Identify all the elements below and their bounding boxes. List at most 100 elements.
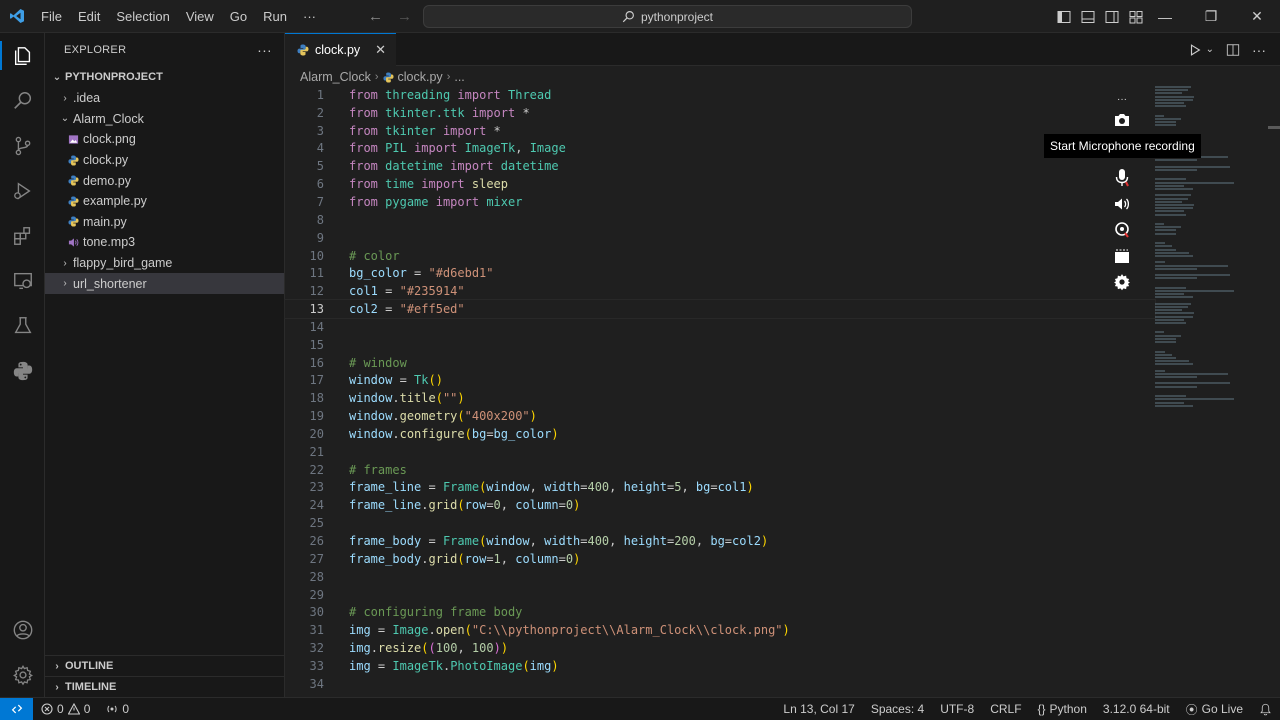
tree-item-alarm-clock[interactable]: ⌄ Alarm_Clock: [45, 109, 284, 130]
python-icon[interactable]: [0, 348, 45, 393]
tree-item-url-shortener[interactable]: › url_shortener: [45, 273, 284, 294]
code-line[interactable]: 34: [285, 675, 1155, 693]
indentation[interactable]: Spaces: 4: [863, 698, 932, 720]
code-line[interactable]: 27 frame_body.grid(row=1, column=0): [285, 550, 1155, 568]
code-editor[interactable]: 1 from threading import Thread 2 from tkint…: [284, 86, 1156, 693]
menu-more[interactable]: ···: [295, 0, 324, 33]
close-window-button[interactable]: ✕: [1234, 0, 1280, 33]
back-arrow-icon[interactable]: ←: [368, 8, 383, 25]
end-of-line[interactable]: CRLF: [982, 698, 1029, 720]
toggle-secondary-sidebar-icon[interactable]: [1104, 9, 1120, 25]
accounts-icon[interactable]: [0, 607, 45, 652]
code-line[interactable]: 16 # window: [285, 354, 1155, 372]
forward-arrow-icon[interactable]: →: [397, 8, 412, 25]
scrollbar-thumb[interactable]: [1268, 126, 1280, 129]
menu-selection[interactable]: Selection: [108, 0, 177, 33]
menu-edit[interactable]: Edit: [70, 0, 108, 33]
go-live-button[interactable]: ⦿ Go Live: [1178, 698, 1251, 720]
split-editor-icon[interactable]: [1226, 43, 1240, 57]
run-dropdown-chevron-icon[interactable]: ⌄: [1206, 44, 1214, 55]
code-line[interactable]: 1 from threading import Thread: [285, 86, 1155, 104]
code-line[interactable]: 30 # configuring frame body: [285, 603, 1155, 621]
code-line[interactable]: 17 window = Tk(): [285, 372, 1155, 390]
code-line[interactable]: 26 frame_body = Frame(window, width=400, …: [285, 532, 1155, 550]
testing-icon[interactable]: [0, 303, 45, 348]
timeline-section[interactable]: › TIMELINE: [45, 676, 285, 697]
code-line[interactable]: 6 from time import sleep: [285, 175, 1155, 193]
tree-item-example-py[interactable]: example.py: [45, 191, 284, 212]
speaker-icon[interactable]: [1110, 192, 1134, 216]
breadcrumb-file[interactable]: clock.py: [398, 70, 443, 84]
code-line[interactable]: 14: [285, 318, 1155, 336]
code-line[interactable]: 5 from datetime import datetime: [285, 157, 1155, 175]
code-line[interactable]: 21: [285, 443, 1155, 461]
tree-item-demo-py[interactable]: demo.py: [45, 170, 284, 191]
code-line[interactable]: 31 img = Image.open("C:\\pythonproject\\A…: [285, 621, 1155, 639]
search-view-icon[interactable]: [0, 78, 45, 123]
ports-indicator[interactable]: 0: [98, 698, 137, 720]
microphone-icon[interactable]: [1110, 166, 1134, 190]
python-interpreter[interactable]: 3.12.0 64-bit: [1095, 698, 1178, 720]
code-line[interactable]: 18 window.title(""): [285, 389, 1155, 407]
code-line[interactable]: 4 from PIL import ImageTk, Image: [285, 140, 1155, 158]
project-folder-header[interactable]: ⌄ PYTHONPROJECT: [45, 66, 284, 88]
code-line[interactable]: 29: [285, 586, 1155, 604]
tree-item-idea[interactable]: › .idea: [45, 88, 284, 109]
toggle-primary-sidebar-icon[interactable]: [1056, 9, 1072, 25]
restore-button[interactable]: ❐: [1188, 0, 1234, 33]
recorder-settings-gear-icon[interactable]: [1110, 270, 1134, 294]
run-debug-icon[interactable]: [0, 168, 45, 213]
cursor-position[interactable]: Ln 13, Col 17: [775, 698, 862, 720]
code-line[interactable]: 10 # color: [285, 247, 1155, 265]
tab-close-icon[interactable]: ✕: [375, 42, 386, 58]
remote-indicator-icon[interactable]: [0, 698, 33, 720]
code-line[interactable]: 25: [285, 514, 1155, 532]
command-center-search[interactable]: pythonproject: [423, 5, 912, 28]
code-line[interactable]: 33 img = ImageTk.PhotoImage(img): [285, 657, 1155, 675]
camera-icon[interactable]: [1110, 108, 1134, 132]
problems-indicator[interactable]: 0 0: [33, 698, 98, 720]
menu-run[interactable]: Run: [255, 0, 295, 33]
outline-section[interactable]: › OUTLINE: [45, 655, 285, 676]
explorer-more-button[interactable]: ···: [257, 42, 272, 58]
code-line[interactable]: 19 window.geometry("400x200"): [285, 407, 1155, 425]
explorer-icon[interactable]: [0, 33, 45, 78]
code-line[interactable]: 32 img.resize((100, 100)): [285, 639, 1155, 657]
run-python-file-icon[interactable]: [1188, 43, 1202, 57]
code-line[interactable]: 13 col2 = "#eff5ed": [284, 299, 1156, 319]
editor-more-actions[interactable]: ···: [1252, 42, 1266, 58]
tab-clock-py[interactable]: clock.py ✕: [285, 33, 396, 66]
encoding[interactable]: UTF-8: [932, 698, 982, 720]
minimap[interactable]: [1155, 86, 1265, 407]
remote-explorer-icon[interactable]: [0, 258, 45, 303]
breadcrumb-folder[interactable]: Alarm_Clock: [300, 70, 371, 84]
code-line[interactable]: 8: [285, 211, 1155, 229]
menu-file[interactable]: File: [33, 0, 70, 33]
tree-item-clock-py[interactable]: clock.py: [45, 150, 284, 171]
code-line[interactable]: 11 bg_color = "#d6ebd1": [285, 264, 1155, 282]
minimize-button[interactable]: —: [1142, 0, 1188, 33]
code-line[interactable]: 24 frame_line.grid(row=0, column=0): [285, 496, 1155, 514]
code-line[interactable]: 28: [285, 568, 1155, 586]
code-line[interactable]: 20 window.configure(bg=bg_color): [285, 425, 1155, 443]
code-line[interactable]: 9: [285, 229, 1155, 247]
code-line[interactable]: 22 # frames: [285, 461, 1155, 479]
notifications-bell-icon[interactable]: [1251, 698, 1280, 720]
breadcrumb-symbols[interactable]: ...: [454, 70, 464, 84]
code-line[interactable]: 2 from tkinter.ttk import *: [285, 104, 1155, 122]
menu-go[interactable]: Go: [222, 0, 255, 33]
editor-scrollbar[interactable]: [1268, 86, 1280, 697]
code-line[interactable]: 3 from tkinter import *: [285, 122, 1155, 140]
tree-item-main-py[interactable]: main.py: [45, 212, 284, 233]
extensions-icon[interactable]: [0, 213, 45, 258]
tree-item-clock-png[interactable]: clock.png: [45, 129, 284, 150]
tree-item-flappy-bird-game[interactable]: › flappy_bird_game: [45, 253, 284, 274]
tree-item-tone-mp3[interactable]: tone.mp3: [45, 232, 284, 253]
code-line[interactable]: 15: [285, 336, 1155, 354]
manage-gear-icon[interactable]: [0, 652, 45, 697]
menu-view[interactable]: View: [178, 0, 222, 33]
code-line[interactable]: 12 col1 = "#235914": [285, 282, 1155, 300]
recorder-grip[interactable]: ···: [1110, 92, 1134, 106]
code-line[interactable]: 23 frame_line = Frame(window, width=400, …: [285, 479, 1155, 497]
webcam-icon[interactable]: [1110, 218, 1134, 242]
